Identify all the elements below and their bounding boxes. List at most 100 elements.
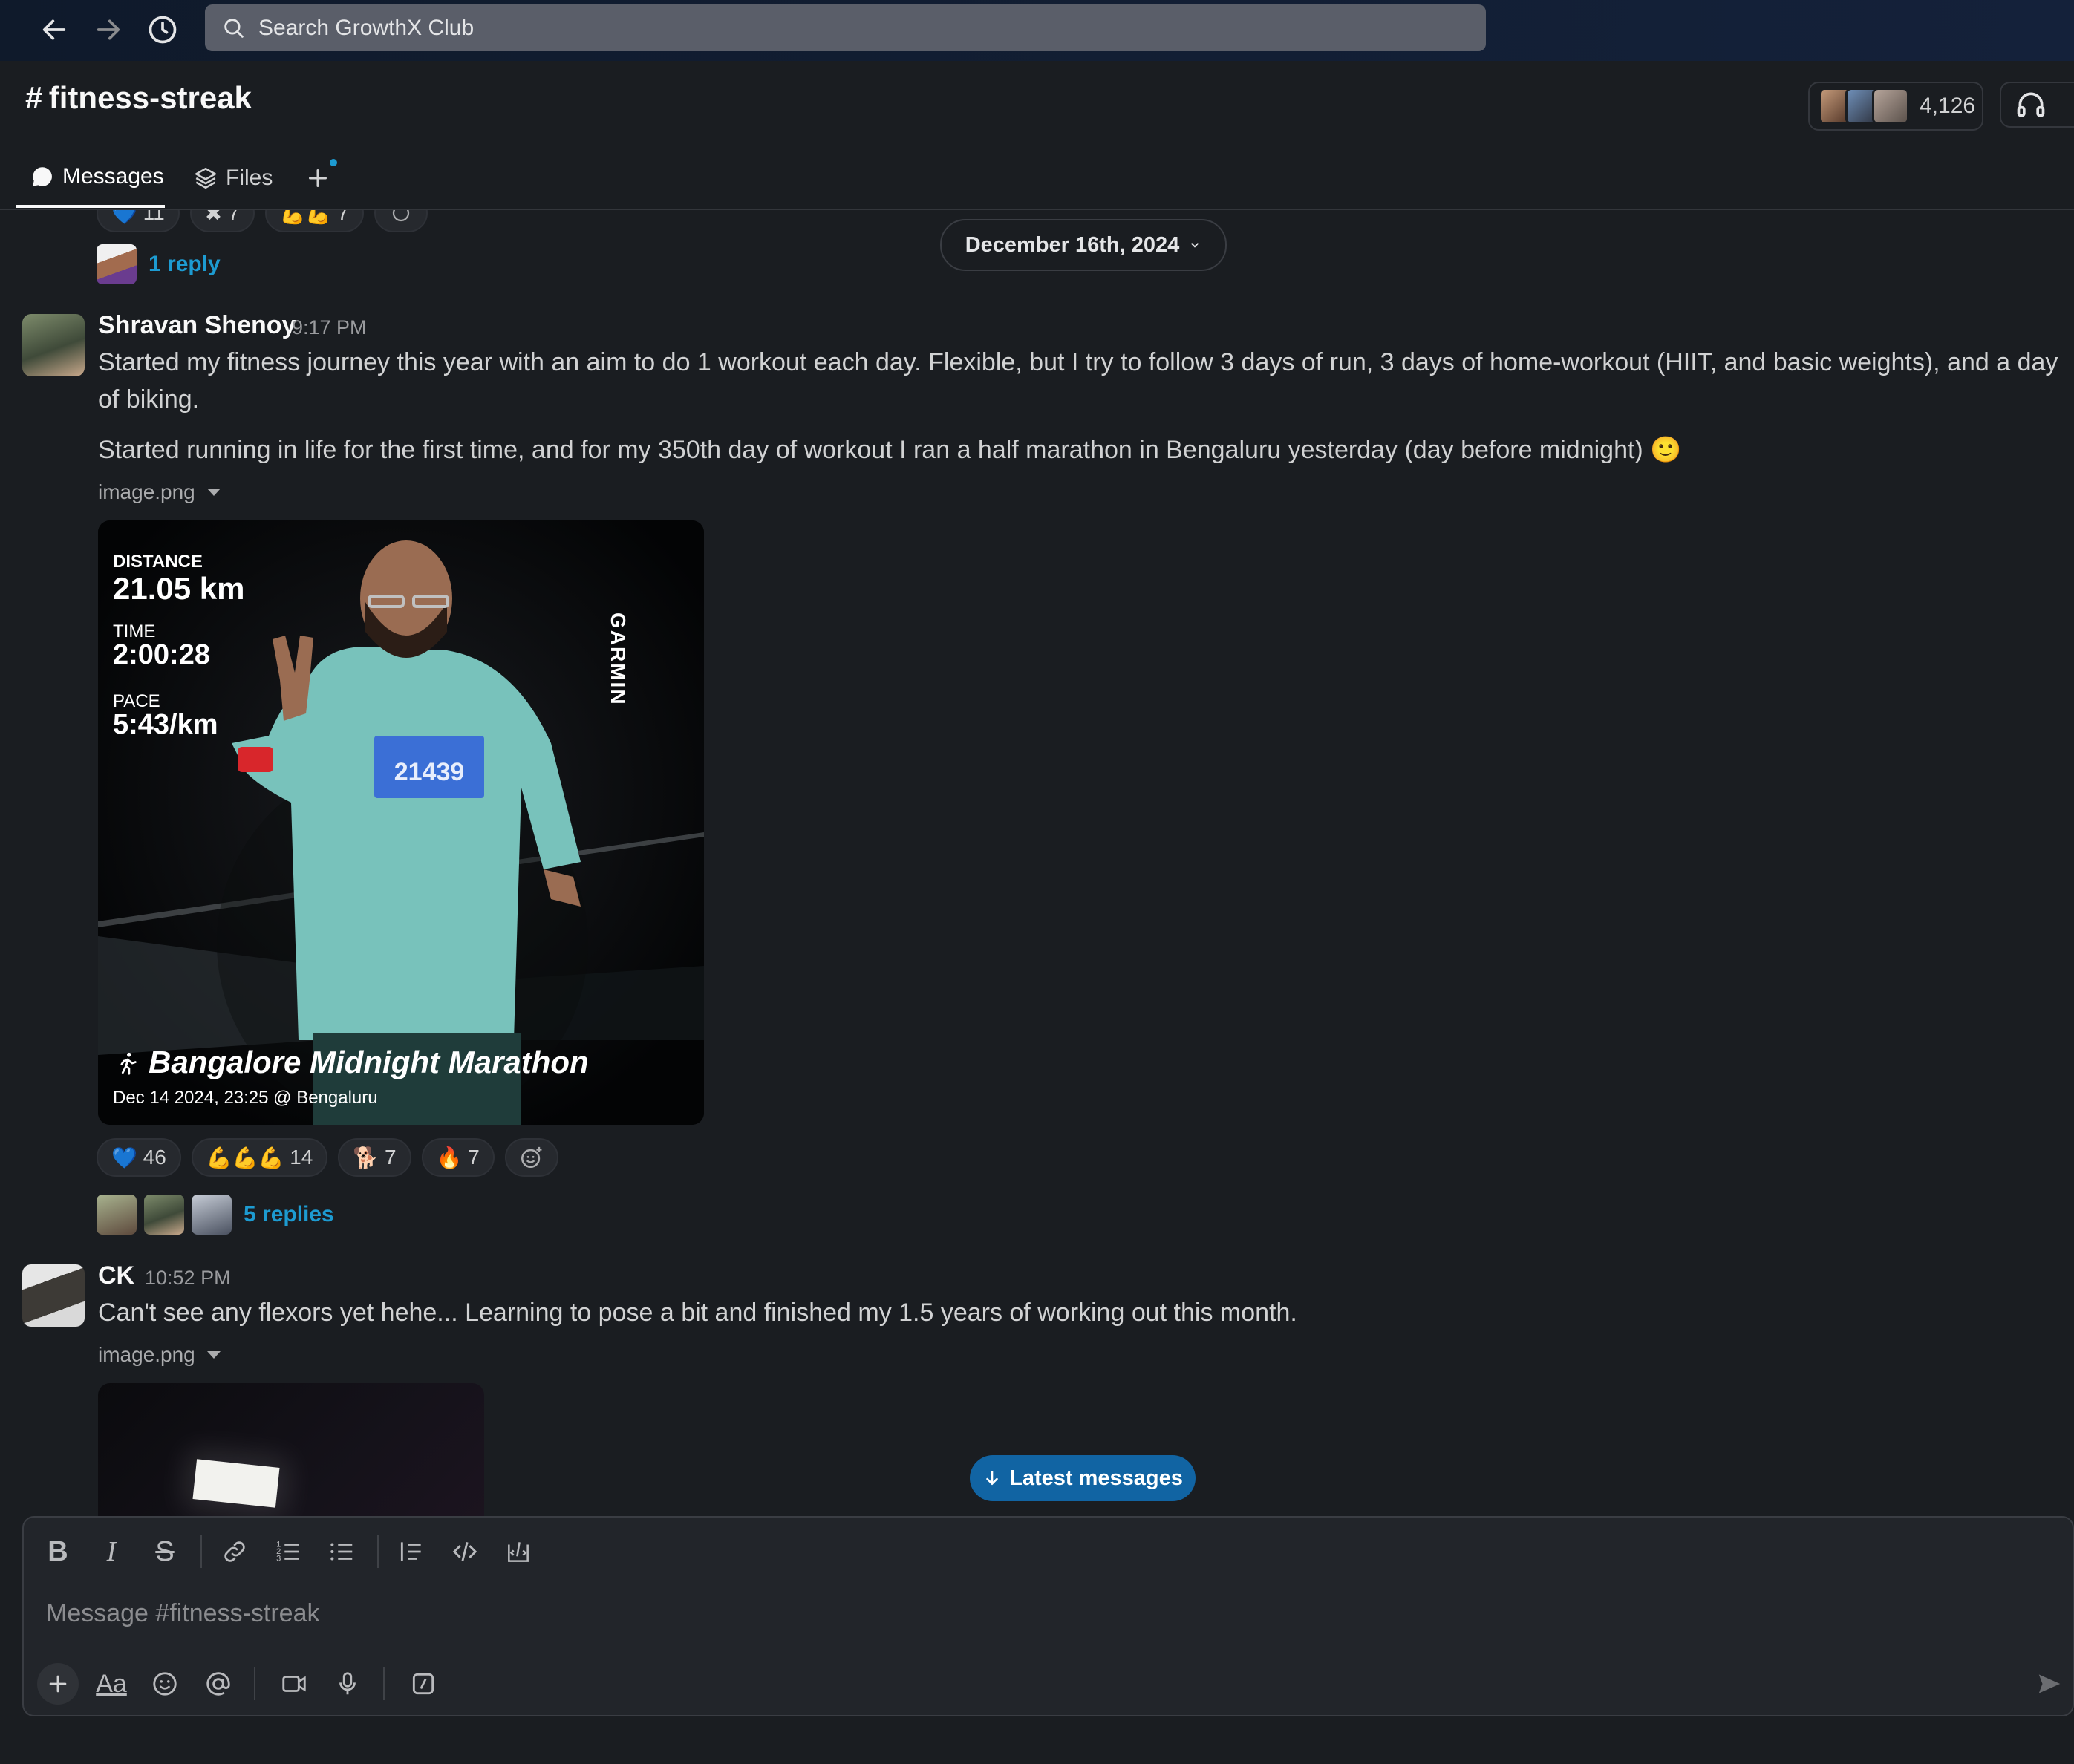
- svg-text:3: 3: [276, 1555, 281, 1564]
- bold-button[interactable]: B: [37, 1531, 79, 1572]
- reaction-emoji: 💙: [111, 210, 137, 225]
- reaction-chip[interactable]: 💙 11: [97, 210, 180, 232]
- event-name: Bangalore Midnight Marathon: [149, 1045, 589, 1079]
- message-text: Started my fitness journey this year wit…: [98, 348, 2058, 414]
- replier-avatar[interactable]: [97, 1195, 137, 1235]
- file-toggle[interactable]: image.png: [98, 1343, 222, 1367]
- bold-icon: B: [48, 1535, 68, 1567]
- top-bar: Search GrowthX Club: [0, 0, 2074, 61]
- replier-avatar[interactable]: [144, 1195, 184, 1235]
- code-block-icon: [508, 1542, 529, 1562]
- tab-messages[interactable]: Messages: [16, 148, 165, 208]
- plus-icon: [309, 169, 327, 187]
- reaction-chip[interactable]: 🔥 7: [421, 1138, 495, 1177]
- italic-button[interactable]: I: [91, 1531, 132, 1572]
- distance-label: DISTANCE: [113, 552, 203, 572]
- send-button[interactable]: [2029, 1663, 2070, 1705]
- strikethrough-icon: S: [155, 1535, 175, 1567]
- message-text: Can't see any flexors yet hehe... Learni…: [98, 1298, 1297, 1327]
- image-attachment[interactable]: 21439 DISTANCE 21.05 km TIME 2:00:28 PAC…: [98, 520, 704, 1125]
- time-value: 2:00:28: [113, 639, 210, 670]
- video-clip-button[interactable]: [273, 1663, 315, 1705]
- date-divider-button[interactable]: December 16th, 2024: [940, 219, 1227, 271]
- shortcuts-button[interactable]: [402, 1663, 444, 1705]
- message-text: Started running in life for the first ti…: [98, 436, 1682, 464]
- member-count: 4,126: [1920, 94, 1976, 118]
- app-window: Search GrowthX Club # fitness-streak 4,1…: [0, 0, 2074, 1764]
- layers-icon: [195, 167, 217, 189]
- bib-number: 21439: [394, 758, 465, 786]
- reaction-bar: 💙 46 💪💪💪 14 🐕 7 🔥 7: [97, 1138, 558, 1177]
- text-format-icon: Aa: [96, 1669, 127, 1698]
- reaction-chip[interactable]: 💪💪💪 14: [191, 1138, 328, 1177]
- runner-icon: [120, 1052, 137, 1075]
- message-composer: B I S 123 Message #fitness-streak Aa: [22, 1516, 2074, 1716]
- notification-dot: [330, 159, 337, 166]
- message-list[interactable]: 💙 11 ✖ 7 💪💪 7 December 16th, 2024 1 repl…: [0, 210, 2074, 1517]
- link-icon: [224, 1541, 245, 1562]
- add-emoji-icon: [392, 210, 409, 222]
- code-block-button[interactable]: [498, 1531, 539, 1572]
- search-input[interactable]: Search GrowthX Club: [205, 4, 1486, 51]
- history-button[interactable]: [142, 9, 183, 50]
- formatting-toggle-button[interactable]: Aa: [91, 1663, 132, 1705]
- message-author[interactable]: CK: [98, 1261, 134, 1290]
- file-name: image.png: [98, 1343, 195, 1366]
- attach-button[interactable]: [37, 1663, 79, 1705]
- replier-avatar[interactable]: [192, 1195, 232, 1235]
- tab-label: Messages: [62, 164, 164, 189]
- mention-button[interactable]: [198, 1663, 239, 1705]
- quote-button[interactable]: [391, 1531, 432, 1572]
- strikethrough-button[interactable]: S: [144, 1531, 186, 1572]
- arrow-left-icon: [42, 19, 66, 40]
- emoji-button[interactable]: [144, 1663, 186, 1705]
- arrow-down-icon: [986, 1471, 998, 1486]
- huddle-button[interactable]: [2000, 82, 2074, 128]
- message-bubble-icon: [33, 167, 52, 186]
- file-name: image.png: [98, 480, 195, 503]
- reaction-emoji: 💙: [111, 1146, 137, 1169]
- bullet-list-button[interactable]: [321, 1531, 362, 1572]
- tab-files[interactable]: Files: [193, 148, 273, 208]
- add-reaction-button[interactable]: [374, 210, 428, 232]
- reaction-emoji: 💪💪💪: [206, 1146, 284, 1169]
- reaction-count: 11: [143, 210, 165, 224]
- tab-label: Files: [226, 166, 273, 190]
- reaction-bar: 💙 11 ✖ 7 💪💪 7: [97, 210, 428, 232]
- reaction-chip[interactable]: 🐕 7: [338, 1138, 411, 1177]
- message-input[interactable]: Message #fitness-streak: [46, 1599, 320, 1628]
- reaction-chip[interactable]: 💙 46: [97, 1138, 181, 1177]
- link-button[interactable]: [214, 1531, 255, 1572]
- divider: [254, 1667, 255, 1700]
- arrow-right-icon: [97, 19, 120, 40]
- forward-button[interactable]: [88, 9, 129, 50]
- image-attachment[interactable]: [98, 1383, 484, 1517]
- back-button[interactable]: [33, 9, 75, 50]
- message-timestamp[interactable]: 10:52 PM: [145, 1267, 231, 1290]
- pace-value: 5:43/km: [113, 709, 218, 740]
- reaction-chip[interactable]: ✖ 7: [189, 210, 255, 232]
- date-label: December 16th, 2024: [965, 232, 1180, 257]
- thread-replies-link[interactable]: 5 replies: [244, 1202, 334, 1227]
- ordered-list-button[interactable]: 123: [267, 1531, 309, 1572]
- avatar[interactable]: [22, 314, 85, 376]
- plus-icon: [49, 1675, 67, 1693]
- replier-avatar[interactable]: [97, 244, 137, 284]
- audio-clip-button[interactable]: [327, 1663, 368, 1705]
- add-tab-button[interactable]: [304, 148, 337, 208]
- reaction-emoji: 💪💪: [279, 210, 332, 225]
- reaction-count: 7: [468, 1146, 480, 1169]
- message-timestamp[interactable]: 9:17 PM: [292, 316, 367, 339]
- divider: [377, 1535, 379, 1568]
- reaction-chip[interactable]: 💪💪 7: [264, 210, 364, 232]
- member-count-button[interactable]: 4,126: [1808, 82, 1983, 131]
- thread-replies-link[interactable]: 1 reply: [149, 252, 221, 277]
- latest-messages-button[interactable]: Latest messages: [970, 1455, 1196, 1501]
- file-toggle[interactable]: image.png: [98, 480, 222, 504]
- message-author[interactable]: Shravan Shenoy: [98, 311, 296, 340]
- hash-icon: #: [25, 80, 43, 115]
- add-reaction-button[interactable]: [504, 1138, 558, 1177]
- avatar[interactable]: [22, 1264, 85, 1327]
- channel-title[interactable]: # fitness-streak: [25, 80, 252, 116]
- code-button[interactable]: [444, 1531, 486, 1572]
